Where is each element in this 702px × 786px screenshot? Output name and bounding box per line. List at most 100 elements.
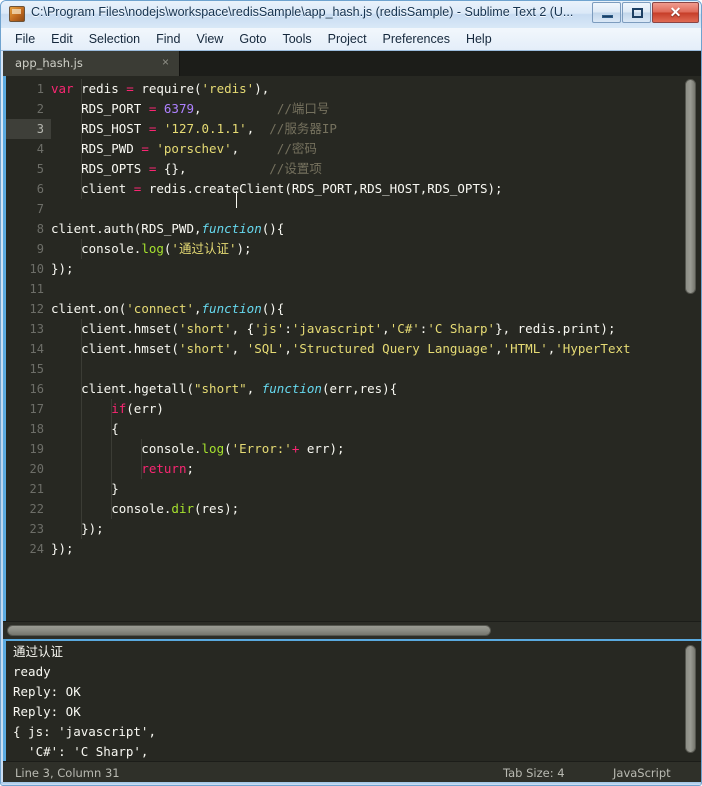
line-number-19: 19 — [6, 439, 44, 459]
code-line-2[interactable]: RDS_PORT = 6379, //端口号 — [51, 99, 329, 119]
line-number-4: 4 — [6, 139, 44, 159]
code-token: 'short' — [179, 341, 232, 356]
code-token: ; — [186, 461, 194, 476]
text-caret — [236, 191, 237, 208]
line-number-12: 12 — [6, 299, 44, 319]
menu-item-help[interactable]: Help — [458, 29, 500, 49]
console-line: Reply: OK — [13, 702, 81, 722]
line-number-8: 8 — [6, 219, 44, 239]
sublime-text-window: C:\Program Files\nodejs\workspace\redisS… — [0, 0, 702, 786]
code-token: '通过认证' — [171, 241, 236, 256]
menu-item-goto[interactable]: Goto — [231, 29, 274, 49]
code-line-13[interactable]: client.hmset('short', {'js':'javascript'… — [51, 319, 615, 339]
code-token: client.hgetall( — [51, 381, 194, 396]
code-token: , — [232, 341, 247, 356]
code-token: }); — [51, 261, 74, 276]
status-cursor-position: Line 3, Column 31 — [15, 766, 120, 780]
code-token: , — [194, 301, 202, 316]
line-number-gutter: 123456789101112131415161718192021222324 — [6, 76, 51, 621]
editor-vertical-scrollbar-thumb[interactable] — [685, 79, 696, 294]
close-button[interactable]: ✕ — [652, 2, 699, 23]
code-line-20[interactable]: return; — [51, 459, 194, 479]
code-line-8[interactable]: client.auth(RDS_PWD,function(){ — [51, 219, 284, 239]
status-syntax-mode[interactable]: JavaScript — [613, 766, 671, 780]
minimize-button[interactable] — [592, 2, 621, 23]
editor-horizontal-scrollbar-thumb[interactable] — [7, 625, 491, 636]
editor-vertical-scrollbar[interactable] — [685, 76, 699, 621]
code-token: RDS_PORT — [51, 101, 149, 116]
code-token: function — [262, 381, 322, 396]
code-token: var — [51, 81, 74, 96]
line-number-1: 1 — [6, 79, 44, 99]
code-token: 'js' — [254, 321, 284, 336]
line-number-6: 6 — [6, 179, 44, 199]
menu-item-selection[interactable]: Selection — [81, 29, 148, 49]
editor-window-body: app_hash.js × 12345678910111213141516171… — [3, 51, 701, 784]
code-token: {}, — [156, 161, 269, 176]
code-token: 'SQL' — [247, 341, 285, 356]
tab-bar: app_hash.js × — [3, 51, 701, 76]
code-token: //密码 — [277, 141, 317, 156]
code-editor[interactable]: 123456789101112131415161718192021222324 … — [3, 76, 701, 621]
code-token: ( — [224, 441, 232, 456]
code-line-22[interactable]: console.dir(res); — [51, 499, 239, 519]
code-line-10[interactable]: }); — [51, 259, 74, 279]
code-line-3[interactable]: RDS_HOST = '127.0.1.1', //服务器IP — [51, 119, 337, 139]
code-token: client.hmset( — [51, 341, 179, 356]
code-token — [51, 461, 141, 476]
code-line-23[interactable]: }); — [51, 519, 104, 539]
tab-label: app_hash.js — [15, 56, 83, 70]
title-bar[interactable]: C:\Program Files\nodejs\workspace\redisS… — [1, 1, 702, 29]
code-token — [156, 101, 164, 116]
code-token: 'Error:' — [232, 441, 292, 456]
code-line-19[interactable]: console.log('Error:'+ err); — [51, 439, 345, 459]
menu-item-preferences[interactable]: Preferences — [375, 29, 458, 49]
code-token — [156, 121, 164, 136]
code-line-5[interactable]: RDS_OPTS = {}, //设置项 — [51, 159, 322, 179]
code-token: require( — [134, 81, 202, 96]
console-vertical-scrollbar[interactable] — [685, 641, 699, 761]
code-token: , — [382, 321, 390, 336]
line-number-11: 11 — [6, 279, 44, 299]
code-line-24[interactable]: }); — [51, 539, 74, 559]
tab-app-hash-js[interactable]: app_hash.js × — [3, 51, 180, 76]
code-token: console. — [51, 241, 141, 256]
window-controls: ✕ — [592, 2, 699, 24]
menu-item-edit[interactable]: Edit — [43, 29, 81, 49]
indent-guide — [81, 239, 82, 259]
console-focus-accent — [3, 641, 6, 761]
line-number-23: 23 — [6, 519, 44, 539]
code-line-16[interactable]: client.hgetall("short", function(err,res… — [51, 379, 397, 399]
code-line-21[interactable]: } — [51, 479, 119, 499]
code-content[interactable]: var redis = require('redis'), RDS_PORT =… — [51, 76, 691, 621]
code-token: client.hmset( — [51, 321, 179, 336]
menu-item-project[interactable]: Project — [320, 29, 375, 49]
code-line-17[interactable]: if(err) — [51, 399, 164, 419]
menu-item-find[interactable]: Find — [148, 29, 188, 49]
editor-horizontal-scrollbar[interactable] — [3, 621, 701, 639]
code-token: function — [202, 221, 262, 236]
code-token: = — [141, 141, 149, 156]
code-line-14[interactable]: client.hmset('short', 'SQL','Structured … — [51, 339, 631, 359]
console-output-panel[interactable]: 通过认证readyReply: OKReply: OK{ js: 'javasc… — [3, 639, 701, 761]
code-line-18[interactable]: { — [51, 419, 119, 439]
code-token: }); — [51, 541, 74, 556]
console-line: ready — [13, 662, 51, 682]
code-line-4[interactable]: RDS_PWD = 'porschev', //密码 — [51, 139, 317, 159]
sublime-text-icon — [9, 6, 25, 22]
code-line-1[interactable]: var redis = require('redis'), — [51, 79, 269, 99]
code-token: 'C Sharp' — [427, 321, 495, 336]
code-token: 'HTML' — [503, 341, 548, 356]
code-token: err); — [299, 441, 344, 456]
menu-item-view[interactable]: View — [188, 29, 231, 49]
code-token: (){ — [262, 301, 285, 316]
code-token: client.on( — [51, 301, 126, 316]
code-line-6[interactable]: client = redis.createClient(RDS_PORT,RDS… — [51, 179, 503, 199]
maximize-button[interactable] — [622, 2, 651, 23]
code-token: client — [51, 181, 134, 196]
code-line-12[interactable]: client.on('connect',function(){ — [51, 299, 284, 319]
close-icon[interactable]: × — [162, 55, 169, 69]
menu-item-file[interactable]: File — [7, 29, 43, 49]
menu-item-tools[interactable]: Tools — [274, 29, 319, 49]
console-vertical-scrollbar-thumb[interactable] — [685, 645, 696, 753]
